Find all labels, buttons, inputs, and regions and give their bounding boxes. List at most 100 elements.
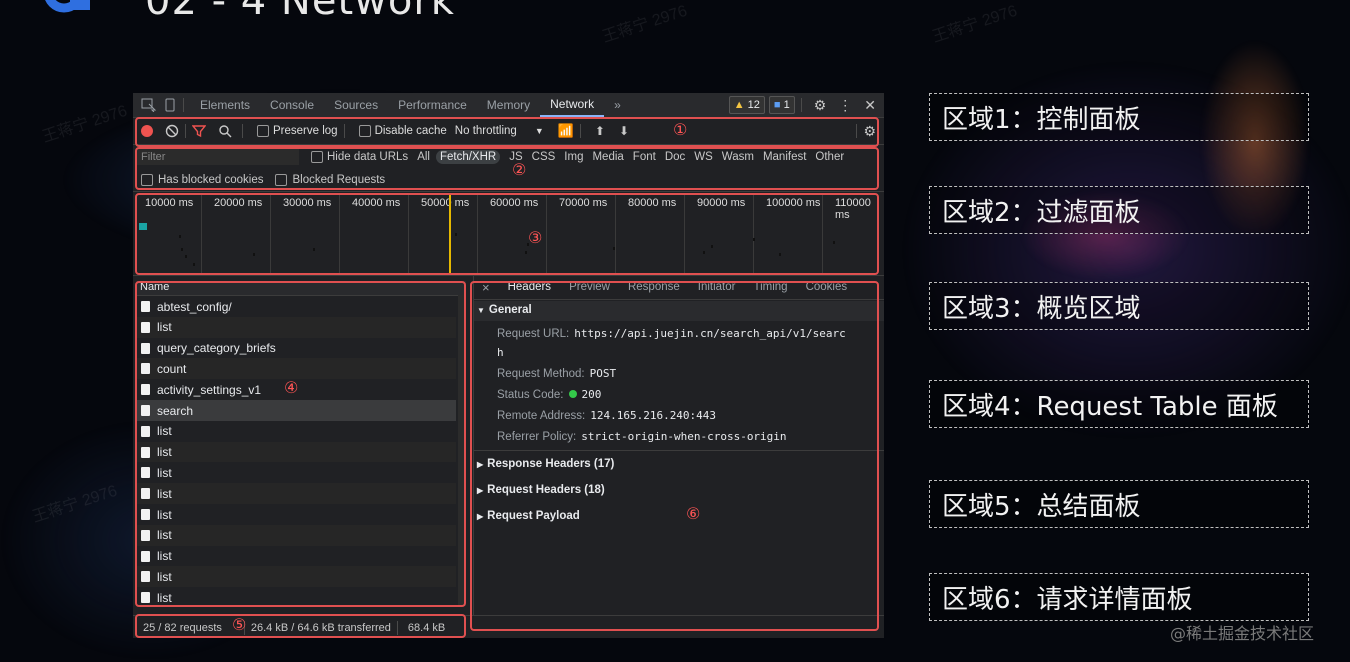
request-payload-toggle[interactable]: ▶ Request Payload bbox=[477, 510, 580, 522]
tab-memory[interactable]: Memory bbox=[477, 98, 540, 112]
filter-type-ws[interactable]: WS bbox=[694, 151, 713, 163]
request-name: list bbox=[157, 445, 172, 460]
details-tab-response[interactable]: Response bbox=[628, 281, 680, 293]
export-har-icon[interactable]: ⬇ bbox=[619, 124, 629, 138]
close-details-icon[interactable]: × bbox=[482, 280, 490, 295]
filter-type-css[interactable]: CSS bbox=[532, 151, 556, 163]
filter-type-fetch-xhr[interactable]: Fetch/XHR bbox=[435, 150, 501, 164]
more-options-icon[interactable]: ⋮ bbox=[838, 97, 852, 114]
region-2-marker: ② bbox=[512, 160, 527, 179]
details-tab-headers[interactable]: Headers bbox=[508, 281, 551, 293]
blocked-requests-checkbox[interactable]: Blocked Requests bbox=[275, 174, 385, 186]
tab-console[interactable]: Console bbox=[260, 98, 324, 112]
overview-grid-line bbox=[546, 193, 547, 275]
request-row[interactable]: abtest_config/ bbox=[136, 296, 456, 317]
overview-tick-label: 40000 ms bbox=[352, 197, 401, 209]
file-icon bbox=[141, 550, 150, 562]
settings-gear-icon[interactable]: ⚙ bbox=[814, 97, 827, 114]
overview-request-tick bbox=[711, 245, 713, 248]
overview-request-tick bbox=[525, 251, 527, 254]
request-row[interactable]: list bbox=[136, 524, 456, 546]
details-tab-initiator[interactable]: Initiator bbox=[698, 281, 736, 293]
close-devtools-icon[interactable]: ✕ bbox=[864, 97, 876, 114]
record-button[interactable] bbox=[141, 125, 153, 137]
file-icon bbox=[141, 342, 150, 354]
network-overview-timeline[interactable]: 10000 ms 20000 ms 30000 ms 40000 ms 50000 ms… bbox=[133, 193, 884, 276]
filter-type-wasm[interactable]: Wasm bbox=[722, 151, 754, 163]
tab-network[interactable]: Network bbox=[540, 93, 605, 117]
remote-address-row: Remote Address: 124.165.216.240:443 bbox=[497, 409, 717, 422]
filter-type-media[interactable]: Media bbox=[592, 151, 623, 163]
clear-icon[interactable] bbox=[165, 124, 179, 138]
details-tab-preview[interactable]: Preview bbox=[569, 281, 610, 293]
overview-grid-line bbox=[753, 193, 754, 275]
filter-type-other[interactable]: Other bbox=[815, 151, 844, 163]
legend-region-2: 区域2：过滤面板 bbox=[929, 186, 1309, 234]
file-icon bbox=[141, 425, 150, 437]
request-row[interactable]: list bbox=[136, 566, 456, 588]
filter-type-all[interactable]: All bbox=[417, 151, 430, 163]
search-icon[interactable] bbox=[218, 124, 232, 138]
request-name: abtest_config/ bbox=[157, 299, 232, 314]
general-section-toggle[interactable]: ▼ General bbox=[477, 304, 532, 316]
status-ok-dot-icon bbox=[569, 390, 578, 398]
request-row[interactable]: list bbox=[136, 420, 456, 442]
has-blocked-cookies-checkbox[interactable]: Has blocked cookies bbox=[141, 174, 263, 186]
tab-elements[interactable]: Elements bbox=[190, 98, 260, 112]
tab-sources[interactable]: Sources bbox=[324, 98, 388, 112]
import-har-icon[interactable]: ⬆ bbox=[595, 124, 605, 138]
filter-funnel-icon[interactable] bbox=[192, 124, 206, 138]
overview-request-tick bbox=[833, 241, 835, 244]
overview-request-tick bbox=[613, 247, 615, 250]
request-table-scrollbar[interactable] bbox=[458, 295, 466, 606]
disable-cache-checkbox[interactable]: Disable cache bbox=[358, 125, 447, 137]
request-row[interactable]: list bbox=[136, 504, 456, 525]
filter-type-doc[interactable]: Doc bbox=[665, 151, 685, 163]
request-name: list bbox=[157, 590, 172, 605]
region-3-marker: ③ bbox=[528, 228, 543, 247]
warning-icon: ▲ bbox=[733, 99, 745, 111]
device-toolbar-icon[interactable] bbox=[163, 98, 177, 112]
request-table-header[interactable]: Name bbox=[136, 281, 466, 296]
request-row[interactable]: list bbox=[136, 441, 456, 463]
request-row[interactable]: query_category_briefs bbox=[136, 337, 456, 359]
more-tabs-button[interactable]: » bbox=[604, 98, 631, 112]
request-name: list bbox=[157, 549, 172, 564]
filter-input[interactable]: Filter bbox=[137, 149, 299, 165]
tab-performance[interactable]: Performance bbox=[388, 98, 477, 112]
file-icon bbox=[141, 529, 150, 541]
request-row[interactable]: list bbox=[136, 316, 456, 338]
filter-type-font[interactable]: Font bbox=[633, 151, 656, 163]
request-row[interactable]: list bbox=[136, 587, 456, 609]
overview-grid-line bbox=[822, 193, 823, 275]
hide-data-urls-checkbox[interactable]: Hide data URLs bbox=[311, 151, 408, 163]
slide-title: 02 - 4 Network bbox=[145, 0, 455, 24]
warnings-badge[interactable]: ▲ 12 bbox=[728, 96, 765, 114]
request-name: list bbox=[157, 320, 172, 335]
overview-tick-label: 100000 ms bbox=[766, 197, 821, 209]
request-row[interactable]: count bbox=[136, 358, 456, 380]
response-headers-toggle[interactable]: ▶ Response Headers (17) bbox=[477, 458, 614, 470]
inspect-element-icon[interactable] bbox=[141, 98, 157, 112]
filter-type-img[interactable]: Img bbox=[564, 151, 583, 163]
details-tab-timing[interactable]: Timing bbox=[753, 281, 787, 293]
preserve-log-checkbox[interactable]: Preserve log bbox=[257, 125, 338, 137]
overview-grid-line bbox=[201, 193, 202, 275]
network-conditions-wifi-icon[interactable]: 📶 bbox=[558, 123, 574, 139]
filter-type-manifest[interactable]: Manifest bbox=[763, 151, 806, 163]
request-row[interactable]: search bbox=[136, 400, 456, 421]
overview-grid-line bbox=[270, 193, 271, 275]
messages-badge[interactable]: ■ 1 bbox=[768, 96, 795, 114]
request-row[interactable]: list bbox=[136, 545, 456, 567]
request-name: list bbox=[157, 528, 172, 543]
network-settings-gear-icon[interactable]: ⚙ bbox=[863, 123, 876, 140]
request-headers-toggle[interactable]: ▶ Request Headers (18) bbox=[477, 484, 605, 496]
request-row[interactable]: list bbox=[136, 483, 456, 505]
details-tab-cookies[interactable]: Cookies bbox=[806, 281, 848, 293]
collapsed-triangle-icon: ▶ bbox=[477, 512, 484, 521]
request-row[interactable]: list bbox=[136, 462, 456, 484]
overview-request-tick bbox=[703, 251, 705, 254]
request-name: count bbox=[157, 361, 187, 376]
region-6-marker: ⑥ bbox=[686, 504, 701, 523]
throttling-select[interactable]: No throttling ▼ bbox=[455, 125, 544, 137]
